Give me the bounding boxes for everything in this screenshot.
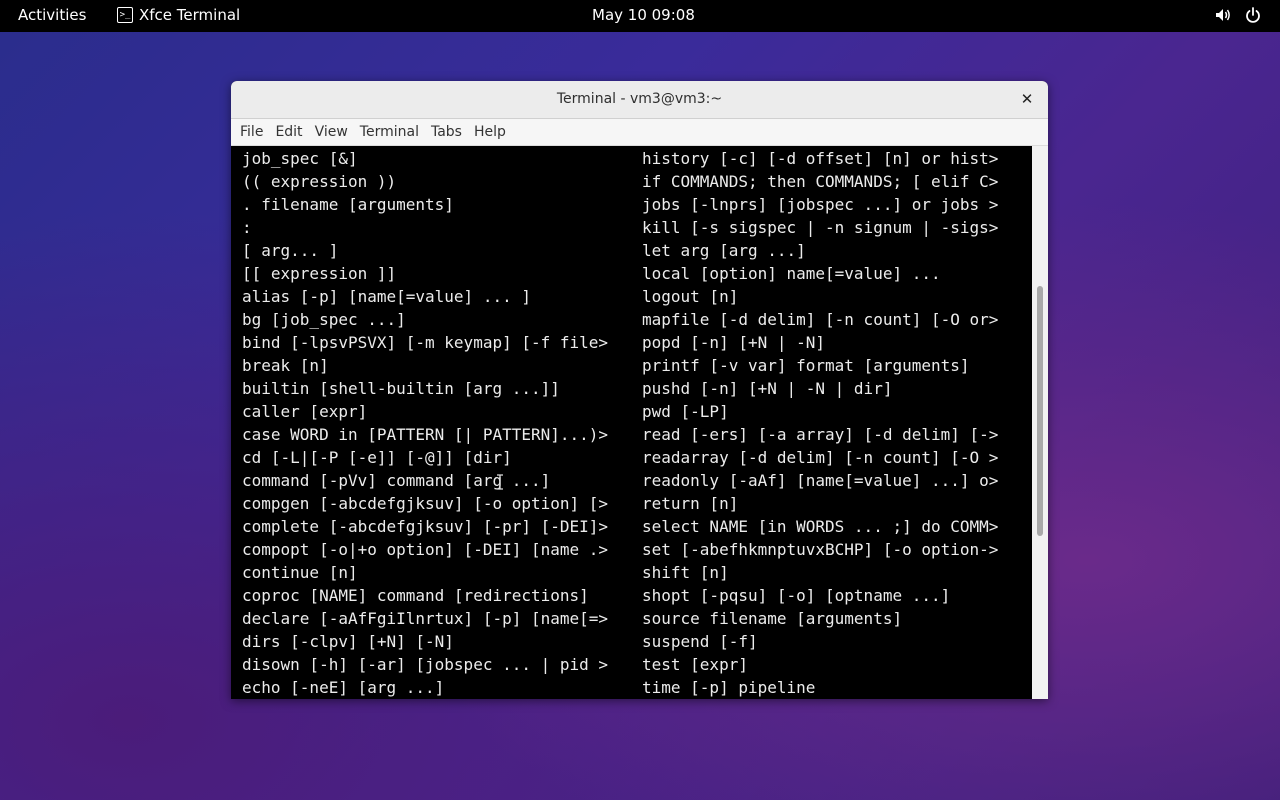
terminal-line: coproc [NAME] command [redirections] (242, 586, 589, 605)
terminal-line: declare [-aAfFgiIlnrtux] [-p] [name[=> (242, 609, 609, 628)
terminal-line: command [-pVv] command [arg ...] (242, 471, 551, 490)
terminal-line: pwd [-LP] (642, 402, 729, 421)
menu-bar: File Edit View Terminal Tabs Help (231, 119, 1048, 146)
menu-help[interactable]: Help (465, 124, 506, 140)
terminal-scrollbar[interactable] (1032, 146, 1048, 699)
terminal-line: kill [-s sigspec | -n signum | -sigs> (642, 218, 999, 237)
terminal-line: return [n] (642, 494, 739, 513)
terminal-line: let arg [arg ...] (642, 241, 806, 260)
terminal-line: shift [n] (642, 563, 729, 582)
terminal-line: select NAME [in WORDS ... ;] do COMM> (642, 517, 999, 536)
terminal-line: caller [expr] (242, 402, 368, 421)
terminal-line: [[ expression ]] (242, 264, 397, 283)
terminal-line: popd [-n] [+N | -N] (642, 333, 826, 352)
terminal-line: pushd [-n] [+N | -N | dir] (642, 379, 893, 398)
app-menu[interactable]: >_ Xfce Terminal (117, 6, 240, 24)
terminal-line: shopt [-pqsu] [-o] [optname ...] (642, 586, 951, 605)
terminal-line: bg [job_spec ...] (242, 310, 406, 329)
terminal-line: [ arg... ] (242, 241, 339, 260)
terminal-line: set [-abefhkmnptuvxBCHP] [-o option-> (642, 540, 999, 559)
activities-button[interactable]: Activities (18, 6, 86, 24)
terminal-line: compgen [-abcdefgjksuv] [-o option] [> (242, 494, 609, 513)
menu-edit[interactable]: Edit (266, 124, 302, 140)
terminal-line: printf [-v var] format [arguments] (642, 356, 970, 375)
terminal-line: if COMMANDS; then COMMANDS; [ elif C> (642, 172, 999, 191)
terminal-line: dirs [-clpv] [+N] [-N] (242, 632, 454, 651)
terminal-line: bind [-lpsvPSVX] [-m keymap] [-f file> (242, 333, 609, 352)
terminal-line: source filename [arguments] (642, 609, 903, 628)
terminal-line: read [-ers] [-a array] [-d delim] [-> (642, 425, 999, 444)
terminal-output[interactable]: job_spec [&] (( expression )) . filename [… (231, 146, 1031, 699)
terminal-line: (( expression )) (242, 172, 397, 191)
terminal-line: time [-p] pipeline (642, 678, 816, 697)
terminal-line: jobs [-lnprs] [jobspec ...] or jobs > (642, 195, 999, 214)
menu-tabs[interactable]: Tabs (422, 124, 462, 140)
terminal-line: local [option] name[=value] ... (642, 264, 941, 283)
menu-file[interactable]: File (231, 124, 263, 140)
terminal-line: history [-c] [-d offset] [n] or hist> (642, 149, 999, 168)
terminal-line: logout [n] (642, 287, 739, 306)
terminal-column-right: history [-c] [-d offset] [n] or hist> if … (642, 147, 998, 699)
terminal-line: compopt [-o|+o option] [-DEI] [name .> (242, 540, 609, 559)
terminal-window: Terminal - vm3@vm3:~ ✕ File Edit View Te… (231, 81, 1048, 699)
terminal-line: cd [-L|[-P [-e]] [-@]] [dir] (242, 448, 512, 467)
terminal-line: alias [-p] [name[=value] ... ] (242, 287, 531, 306)
power-icon[interactable] (1244, 6, 1262, 24)
terminal-app-icon: >_ (117, 7, 133, 23)
terminal-line: builtin [shell-builtin [arg ...]] (242, 379, 560, 398)
terminal-line: case WORD in [PATTERN [| PATTERN]...)> (242, 425, 609, 444)
terminal-line: suspend [-f] (642, 632, 758, 651)
close-icon[interactable]: ✕ (1018, 90, 1036, 108)
system-tray[interactable] (1214, 6, 1262, 24)
clock[interactable]: May 10 09:08 (592, 6, 695, 24)
volume-icon[interactable] (1214, 6, 1232, 24)
text-cursor-icon (497, 474, 503, 490)
terminal-line: . filename [arguments] (242, 195, 454, 214)
terminal-line: readarray [-d delim] [-n count] [-O > (642, 448, 999, 467)
menu-terminal[interactable]: Terminal (351, 124, 419, 140)
terminal-line: mapfile [-d delim] [-n count] [-O or> (642, 310, 999, 329)
window-title: Terminal - vm3@vm3:~ (556, 91, 723, 107)
top-bar: Activities >_ Xfce Terminal May 10 09:08 (0, 0, 1280, 32)
terminal-line: break [n] (242, 356, 329, 375)
terminal-line: echo [-neE] [arg ...] (242, 678, 445, 697)
terminal-line: readonly [-aAf] [name[=value] ...] o> (642, 471, 999, 490)
app-name: Xfce Terminal (139, 6, 241, 24)
terminal-line: continue [n] (242, 563, 358, 582)
terminal-line: complete [-abcdefgjksuv] [-pr] [-DEI]> (242, 517, 609, 536)
menu-view[interactable]: View (306, 124, 348, 140)
window-titlebar[interactable]: Terminal - vm3@vm3:~ ✕ (231, 81, 1048, 119)
scrollbar-thumb[interactable] (1037, 286, 1043, 536)
terminal-line: disown [-h] [-ar] [jobspec ... | pid > (242, 655, 609, 674)
terminal-line: job_spec [&] (242, 149, 358, 168)
terminal-line: : (242, 218, 252, 237)
terminal-column-left: job_spec [&] (( expression )) . filename [… (242, 147, 608, 699)
terminal-line: test [expr] (642, 655, 748, 674)
